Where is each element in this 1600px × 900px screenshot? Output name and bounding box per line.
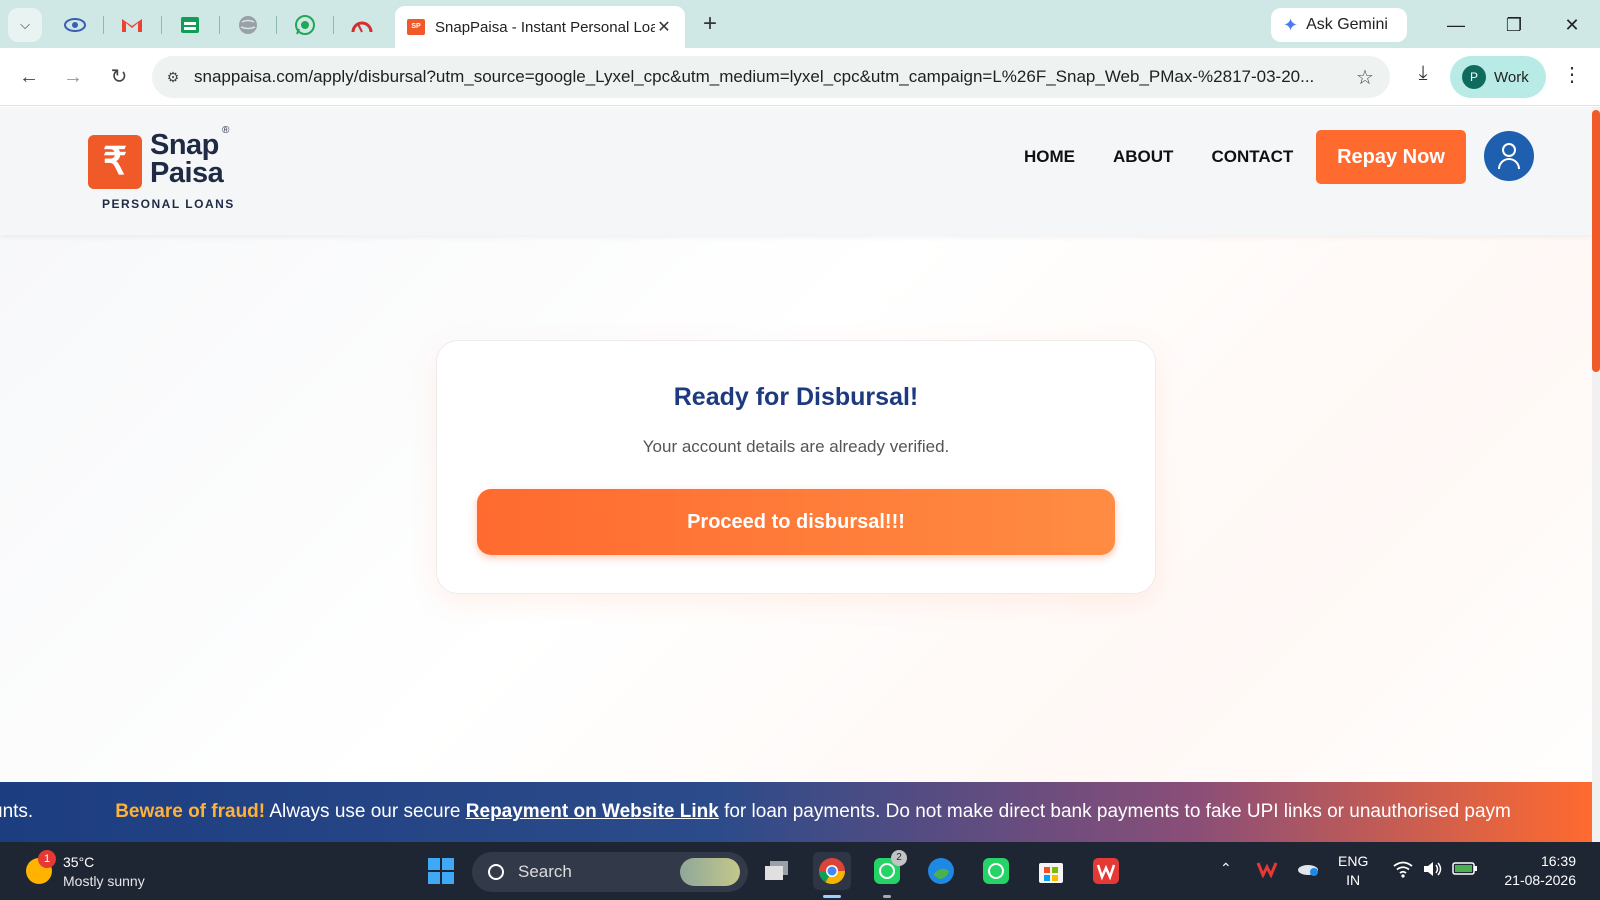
fraud-warning-ticker: unts. Beware of fraud! Always use our sec… bbox=[0, 782, 1592, 842]
restore-window-icon[interactable]: ❐ bbox=[1494, 10, 1534, 40]
registered-mark-icon: ® bbox=[222, 125, 230, 136]
disbursal-card: Ready for Disbursal! Your account detail… bbox=[436, 340, 1156, 594]
show-hidden-icons-chevron-icon[interactable]: ⌃ bbox=[1220, 860, 1232, 877]
snappaisa-favicon-icon: SP bbox=[407, 19, 425, 35]
close-window-icon[interactable]: ✕ bbox=[1552, 10, 1592, 40]
volume-icon[interactable] bbox=[1422, 860, 1444, 881]
pinned-tab-eye-icon[interactable] bbox=[60, 10, 90, 40]
minimize-window-icon[interactable]: — bbox=[1436, 10, 1476, 40]
language-code: ENG bbox=[1338, 853, 1369, 869]
user-account-button[interactable] bbox=[1484, 131, 1534, 181]
profile-button[interactable]: P Work bbox=[1450, 56, 1546, 98]
clock-date: 21-08-2026 bbox=[1504, 872, 1576, 888]
edge-taskbar-icon[interactable] bbox=[922, 852, 960, 890]
download-icon[interactable]: ⤓ bbox=[1408, 62, 1438, 92]
user-icon bbox=[1502, 143, 1516, 157]
search-highlight-image bbox=[680, 858, 740, 886]
search-icon bbox=[488, 864, 504, 880]
profile-label: Work bbox=[1494, 68, 1529, 86]
main-nav: HOME ABOUT CONTACT bbox=[1024, 145, 1331, 169]
back-arrow-icon[interactable]: ← bbox=[14, 62, 44, 92]
weather-badge: 1 bbox=[38, 850, 56, 868]
web-page: ₹ Snap Paisa PERSONAL LOANS ® HOME ABOUT… bbox=[0, 107, 1592, 842]
wps-office-icon[interactable] bbox=[1087, 852, 1125, 890]
language-region: IN bbox=[1346, 872, 1361, 888]
ticker-text-1: Always use our secure bbox=[265, 801, 466, 822]
battery-icon[interactable] bbox=[1452, 860, 1478, 879]
snappaisa-logo[interactable]: ₹ Snap Paisa PERSONAL LOANS ® bbox=[82, 125, 234, 211]
pinned-tab-sheets-icon[interactable] bbox=[175, 10, 205, 40]
ticker-text: unts. Beware of fraud! Always use our sec… bbox=[0, 782, 1511, 842]
logo-wordmark: Snap Paisa bbox=[150, 129, 224, 189]
system-clock[interactable]: 16:39 21-08-2026 bbox=[1494, 852, 1576, 890]
tab-close-icon[interactable]: ✕ bbox=[655, 17, 673, 37]
tab-title: SnapPaisa - Instant Personal Loans bbox=[435, 18, 655, 36]
site-header: ₹ Snap Paisa PERSONAL LOANS ® HOME ABOUT… bbox=[0, 107, 1592, 235]
profile-avatar: P bbox=[1462, 65, 1486, 89]
nav-home-link[interactable]: HOME bbox=[1024, 145, 1075, 169]
url-text[interactable]: snappaisa.com/apply/disbursal?utm_source… bbox=[194, 67, 1340, 87]
whatsapp-notification-badge: 2 bbox=[891, 850, 907, 866]
language-indicator[interactable]: ENG IN bbox=[1338, 852, 1368, 890]
whatsapp-running-indicator bbox=[883, 895, 891, 898]
weather-description: Mostly sunny bbox=[63, 873, 145, 889]
nav-contact-link[interactable]: CONTACT bbox=[1211, 145, 1293, 169]
proceed-to-disbursal-button[interactable]: Proceed to disbursal!!! bbox=[477, 489, 1115, 555]
new-tab-button[interactable]: + bbox=[695, 10, 725, 40]
ticker-warning: Beware of fraud! bbox=[115, 801, 266, 822]
address-bar[interactable]: ⚙ snappaisa.com/apply/disbursal?utm_sour… bbox=[152, 56, 1390, 98]
weather-widget[interactable]: 1 35°C Mostly sunny bbox=[22, 850, 172, 894]
clock-time: 16:39 bbox=[1540, 853, 1576, 869]
chrome-active-indicator bbox=[823, 895, 841, 898]
page-scroll-thumb[interactable] bbox=[1592, 110, 1600, 372]
browser-tab-strip: ⌵ SP SnapPaisa - Instant Personal Loans … bbox=[0, 0, 1600, 48]
rupee-logo-icon: ₹ bbox=[88, 135, 142, 189]
windows-taskbar: 1 35°C Mostly sunny Search 2 ⌃ ENG IN 16… bbox=[0, 842, 1600, 900]
repay-now-button[interactable]: Repay Now bbox=[1316, 130, 1466, 184]
repayment-website-link[interactable]: Repayment on Website Link bbox=[466, 801, 719, 822]
ticker-lead: unts. bbox=[0, 801, 34, 822]
ticker-text-2: for loan payments. Do not make direct ba… bbox=[718, 801, 1511, 822]
card-subtitle: Your account details are already verifie… bbox=[642, 437, 950, 456]
pinned-tab-gmail-icon[interactable] bbox=[117, 10, 147, 40]
site-info-tune-icon[interactable]: ⚙ bbox=[152, 69, 194, 86]
whatsapp-taskbar-icon[interactable] bbox=[977, 852, 1015, 890]
tab-snappaisa[interactable]: SP SnapPaisa - Instant Personal Loans ✕ bbox=[395, 6, 685, 48]
gemini-sparkle-icon: ✦ bbox=[1283, 14, 1299, 35]
browser-toolbar: ← → ↻ ⚙ snappaisa.com/apply/disbursal?ut… bbox=[0, 48, 1600, 106]
wifi-icon[interactable] bbox=[1392, 860, 1414, 881]
taskbar-search-input[interactable]: Search bbox=[472, 852, 748, 892]
forward-arrow-icon[interactable]: → bbox=[58, 62, 88, 92]
ask-gemini-label: Ask Gemini bbox=[1306, 16, 1388, 33]
nav-about-link[interactable]: ABOUT bbox=[1113, 145, 1173, 169]
wps-tray-icon[interactable] bbox=[1256, 860, 1278, 881]
ask-gemini-button[interactable]: ✦ Ask Gemini bbox=[1271, 8, 1407, 42]
browser-menu-icon[interactable]: ⋮ bbox=[1560, 62, 1584, 92]
task-view-icon[interactable] bbox=[758, 852, 796, 890]
weather-temperature: 35°C bbox=[63, 854, 95, 870]
taskbar-search-label: Search bbox=[518, 862, 572, 881]
pinned-tab-globe-icon[interactable] bbox=[233, 10, 263, 40]
chrome-taskbar-icon[interactable] bbox=[813, 852, 851, 890]
tab-search-chevron-icon[interactable]: ⌵ bbox=[8, 8, 42, 42]
microsoft-store-icon[interactable] bbox=[1032, 852, 1070, 890]
reload-icon[interactable]: ↻ bbox=[104, 62, 134, 92]
pinned-tab-whatsapp-icon[interactable] bbox=[290, 10, 320, 40]
card-title: Ready for Disbursal! bbox=[673, 383, 919, 411]
pinned-tab-gauge-icon[interactable] bbox=[347, 10, 377, 40]
bookmark-star-icon[interactable]: ☆ bbox=[1340, 65, 1390, 90]
onedrive-cloud-icon[interactable] bbox=[1296, 860, 1320, 879]
windows-start-icon[interactable] bbox=[422, 852, 460, 890]
logo-subtitle: PERSONAL LOANS bbox=[102, 197, 235, 211]
